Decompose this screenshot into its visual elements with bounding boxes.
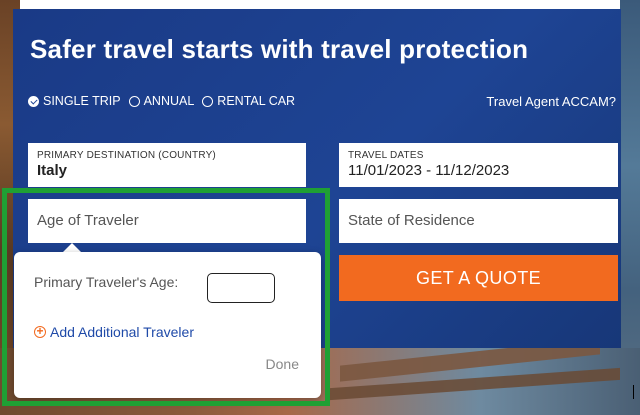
age-of-traveler-placeholder: Age of Traveler [37,212,139,229]
option-label: ANNUAL [143,94,195,108]
destination-value: Italy [37,162,68,179]
add-traveler-label: Add Additional Traveler [50,324,194,340]
primary-traveler-age-label: Primary Traveler's Age: [34,274,179,290]
primary-traveler-age-input[interactable] [207,273,275,303]
option-label: SINGLE TRIP [43,94,121,108]
age-of-traveler-field[interactable]: Age of Traveler [28,199,306,243]
plus-circle-icon: + [34,325,46,338]
option-annual[interactable]: ANNUAL [128,94,195,108]
travel-dates-value: 11/01/2023 - 11/12/2023 [348,162,510,179]
page: Safer travel starts with travel protecti… [0,0,640,415]
circle-icon [202,95,214,107]
option-label: RENTAL CAR [217,94,296,108]
traveler-age-popover: Primary Traveler's Age: + Add Additional… [14,252,321,398]
circle-icon [128,95,140,107]
done-button[interactable]: Done [266,356,299,372]
trip-type-options: SINGLE TRIP ANNUAL RENTAL CAR [28,94,295,108]
destination-field[interactable]: PRIMARY DESTINATION (COUNTRY) Italy [28,143,306,187]
travel-dates-field[interactable]: TRAVEL DATES 11/01/2023 - 11/12/2023 [339,143,618,187]
travel-agent-link[interactable]: Travel Agent ACCAM? [486,94,616,109]
page-title: Safer travel starts with travel protecti… [30,34,529,64]
check-circle-icon [28,95,39,107]
destination-label: PRIMARY DESTINATION (COUNTRY) [37,150,216,161]
travel-dates-label: TRAVEL DATES [348,150,424,161]
option-single-trip[interactable]: SINGLE TRIP [28,94,121,108]
state-of-residence-placeholder: State of Residence [348,212,475,229]
add-additional-traveler-link[interactable]: + Add Additional Traveler [34,324,194,340]
option-rental-car[interactable]: RENTAL CAR [202,94,295,108]
get-a-quote-button[interactable]: GET A QUOTE [339,255,618,301]
text-cursor [633,385,634,399]
state-of-residence-field[interactable]: State of Residence [339,199,618,243]
